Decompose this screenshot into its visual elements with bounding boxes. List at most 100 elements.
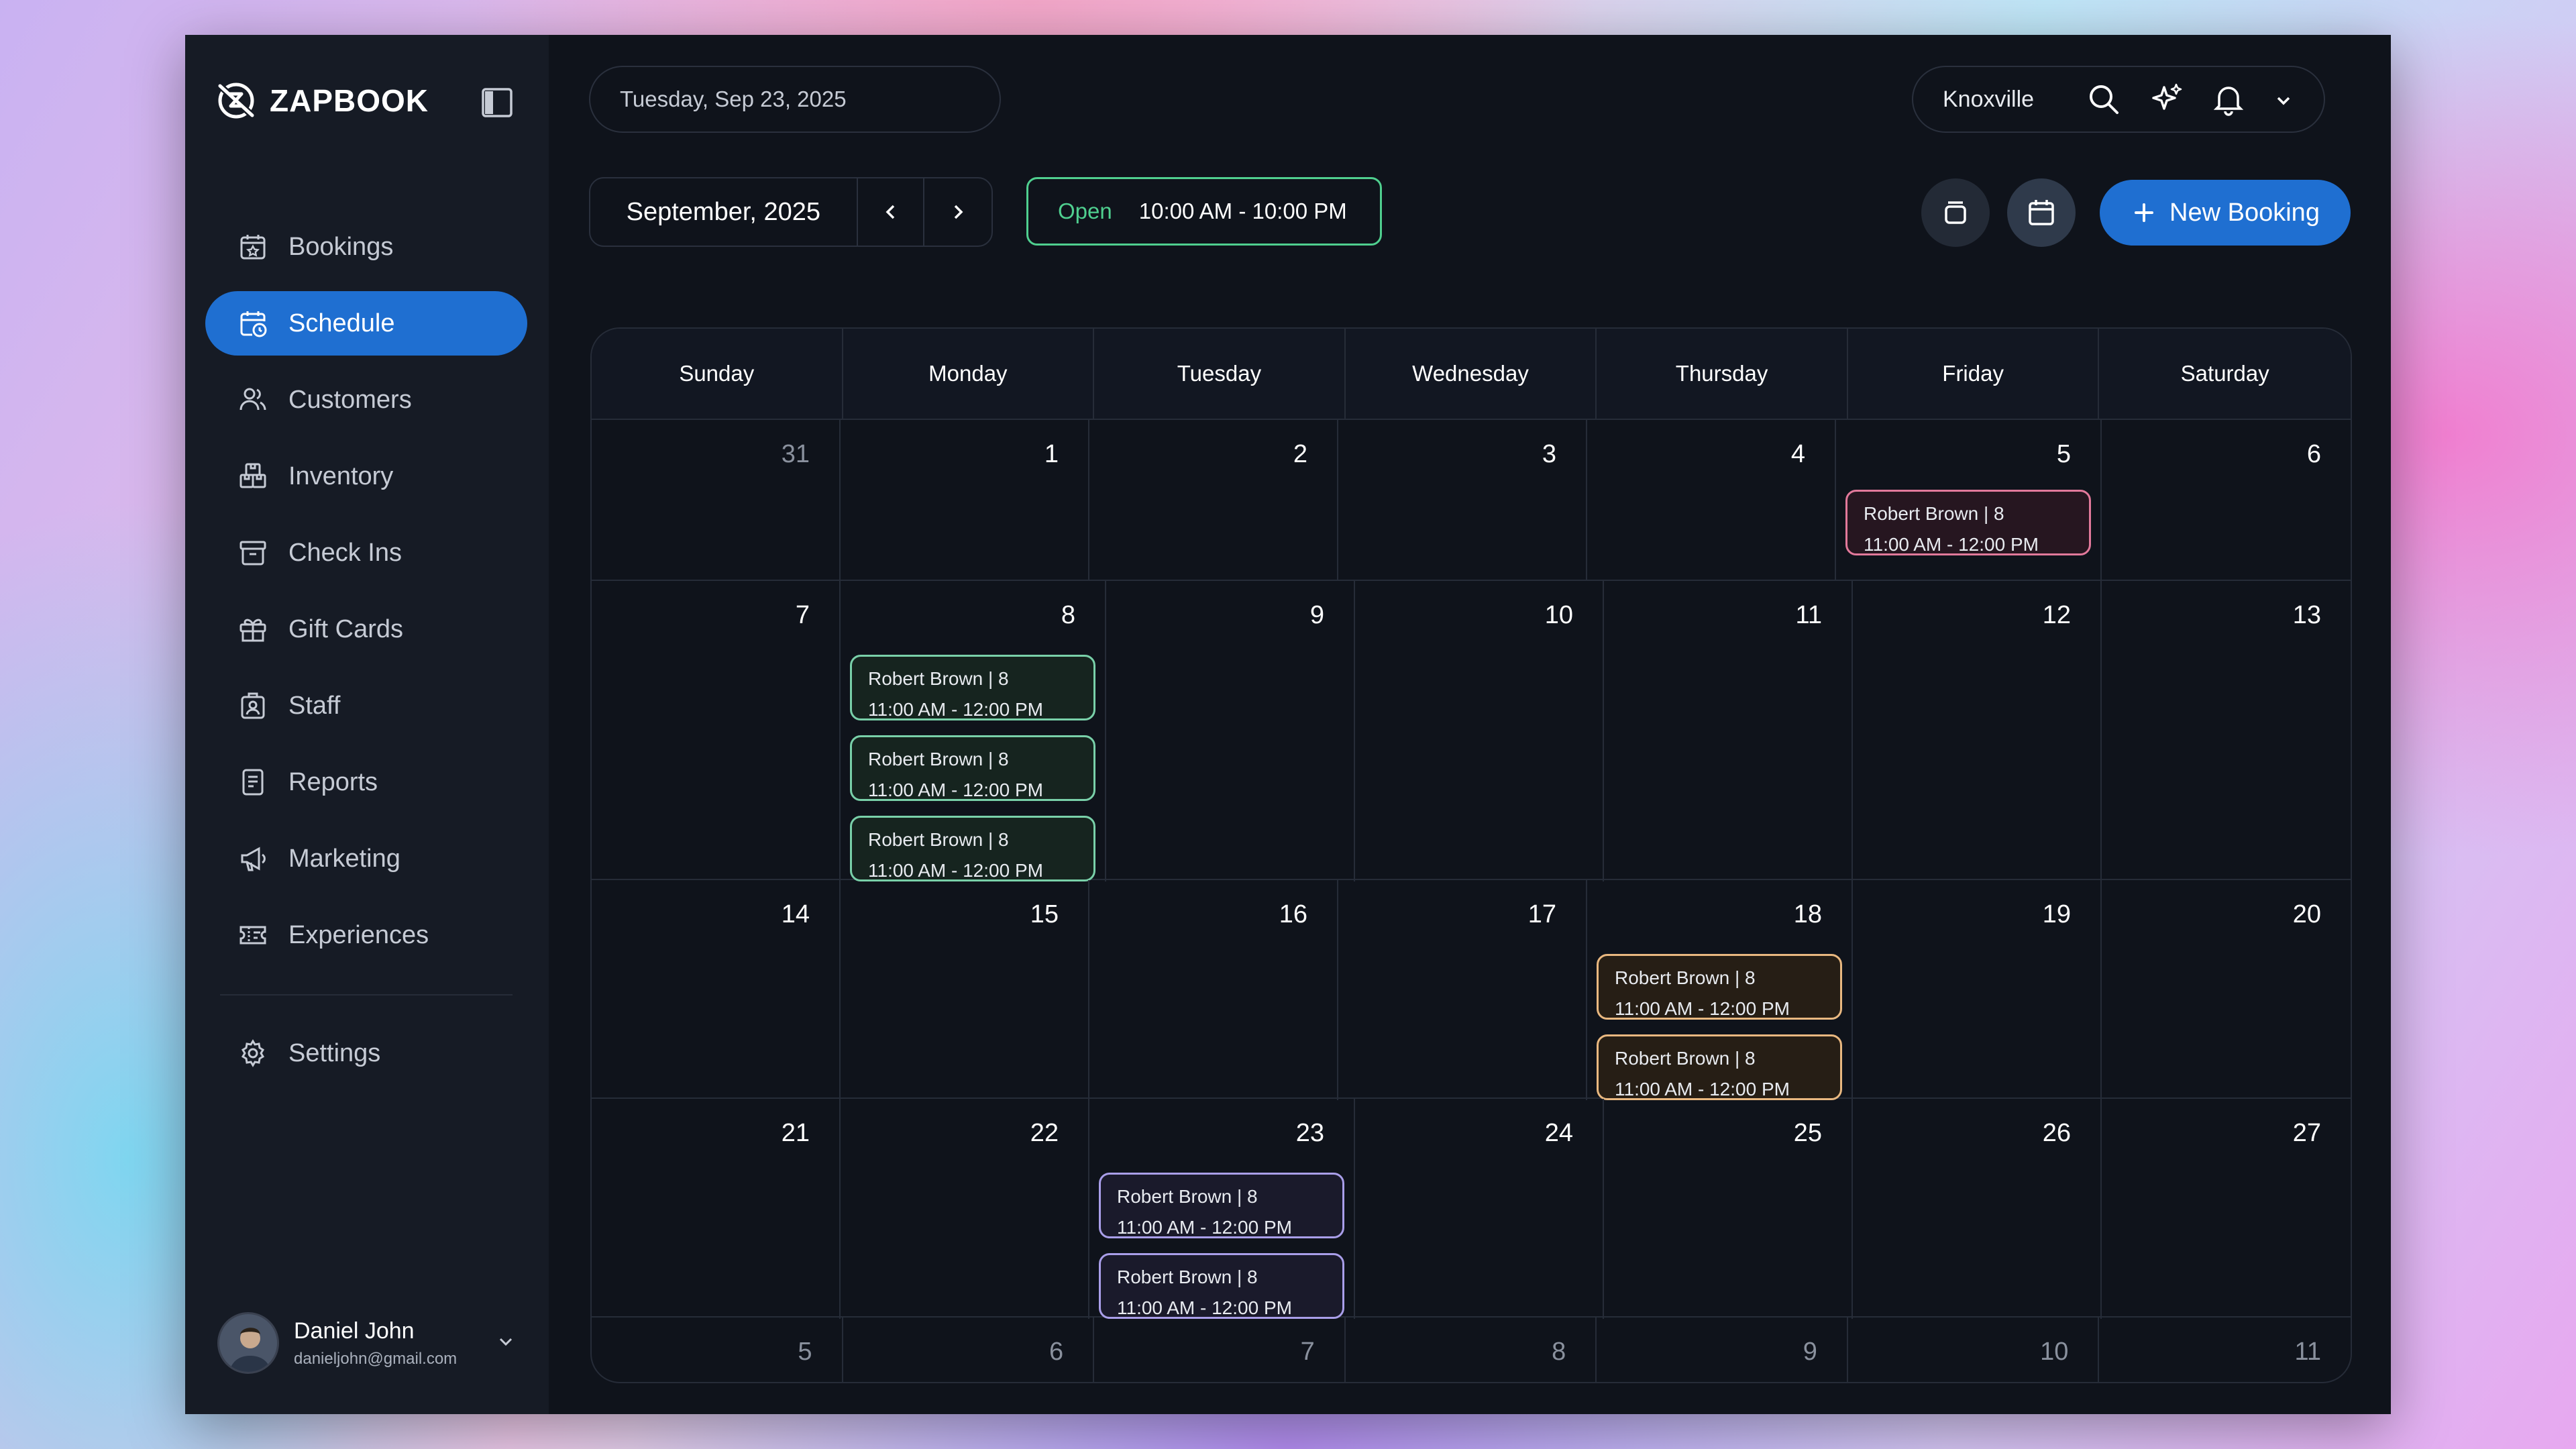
calendar-week: 5 6 7 8 9 10 11 [592,1318,2351,1382]
current-date[interactable]: Tuesday, Sep 23, 2025 [589,66,1001,133]
calendar-day-cell[interactable]: 10 [1848,1318,2100,1382]
sidebar-item-experiences[interactable]: Experiences [205,903,527,967]
day-events: Robert Brown | 8 11:00 AM - 12:00 PM Rober… [1099,1173,1344,1319]
calendar-day-cell[interactable]: 17 [1338,880,1587,1100]
list-view-button[interactable] [1921,178,1990,247]
prev-month-button[interactable] [858,178,925,246]
day-number: 5 [798,1338,812,1366]
day-number: 21 [781,1119,810,1147]
sidebar-item-reports[interactable]: Reports [205,750,527,814]
calendar-day-cell[interactable]: 2 [1089,420,1338,580]
day-number: 8 [1552,1338,1566,1366]
day-events: Robert Brown | 8 11:00 AM - 12:00 PM Rober… [850,655,1095,881]
month-navigator: September, 2025 [589,177,993,247]
calendar-view-button[interactable] [2007,178,2076,247]
day-number: 24 [1544,1119,1573,1147]
sidebar-item-check-ins[interactable]: Check Ins [205,521,527,585]
brand[interactable]: ZAPBOOK [215,79,429,122]
booking-title: Robert Brown | 8 [868,829,1009,850]
weekday-sunday: Sunday [592,329,843,419]
calendar-week: 31 1 2 3 4 5 Robert Brown | 8 11:00 AM - 12:00 … [592,420,2351,581]
calendar-day-cell[interactable]: 14 [592,880,841,1100]
sidebar-item-bookings[interactable]: Bookings [205,215,527,279]
sidebar-item-label: Staff [288,691,341,720]
calendar-day-cell[interactable]: 8 [1346,1318,1597,1382]
sidebar-item-schedule[interactable]: Schedule [205,291,527,356]
zapbook-logo-icon [216,82,256,119]
calendar-day-cell[interactable]: 7 [1094,1318,1346,1382]
calendar-day-cell[interactable]: 7 [592,581,841,881]
booking-event[interactable]: Robert Brown | 8 11:00 AM - 12:00 PM [1597,954,1842,1020]
calendar-day-cell[interactable]: 13 [2102,581,2351,881]
calendar-day-cell[interactable]: 5 Robert Brown | 8 11:00 AM - 12:00 PM [1836,420,2102,580]
booking-time: 11:00 AM - 12:00 PM [868,780,1043,800]
calendar-clock-icon [240,311,267,337]
booking-event[interactable]: Robert Brown | 8 11:00 AM - 12:00 PM [1845,490,2091,555]
month-label[interactable]: September, 2025 [590,178,858,246]
sidebar-item-customers[interactable]: Customers [205,368,527,432]
day-number: 27 [2292,1119,2321,1147]
day-number: 7 [795,601,810,629]
calendar-day-cell[interactable]: 3 [1338,420,1587,580]
booking-event[interactable]: Robert Brown | 8 11:00 AM - 12:00 PM [850,735,1095,801]
calendar-day-cell[interactable]: 19 [1853,880,2102,1100]
calendar-day-cell[interactable]: 10 [1355,581,1604,881]
profile-text: Daniel John danieljohn@gmail.com [294,1318,457,1368]
calendar-day-cell[interactable]: 4 [1587,420,1836,580]
boxes-icon [239,463,266,488]
booking-event[interactable]: Robert Brown | 8 11:00 AM - 12:00 PM [850,655,1095,720]
calendar-day-cell[interactable]: 26 [1853,1099,2102,1319]
day-number: 1 [1044,440,1059,468]
calendar-day-cell[interactable]: 9 [1106,581,1355,881]
sidebar-item-gift-cards[interactable]: Gift Cards [205,597,527,661]
calendar-day-cell[interactable]: 23 Robert Brown | 8 11:00 AM - 12:00 PM Rob… [1089,1099,1355,1319]
user-profile[interactable]: Daniel John danieljohn@gmail.com [217,1311,519,1375]
weekday-header: Sunday Monday Tuesday Wednesday Thursday Frid… [592,329,2351,420]
day-number: 31 [781,440,810,468]
chevron-down-icon[interactable] [492,1328,519,1355]
calendar-day-cell[interactable]: 6 [2102,420,2351,580]
booking-event[interactable]: Robert Brown | 8 11:00 AM - 12:00 PM [1099,1253,1344,1319]
new-booking-button[interactable]: New Booking [2100,180,2351,246]
calendar-day-cell[interactable]: 18 Robert Brown | 8 11:00 AM - 12:00 PM Rob… [1587,880,1853,1100]
calendar-day-cell[interactable]: 15 [841,880,1089,1100]
booking-time: 11:00 AM - 12:00 PM [1864,534,2039,555]
calendar-day-cell[interactable]: 11 [2099,1318,2351,1382]
calendar-day-cell[interactable]: 16 [1089,880,1338,1100]
calendar-day-cell[interactable]: 12 [1853,581,2102,881]
booking-event[interactable]: Robert Brown | 8 11:00 AM - 12:00 PM [1597,1034,1842,1100]
gear-icon [241,1039,265,1067]
booking-event[interactable]: Robert Brown | 8 11:00 AM - 12:00 PM [850,816,1095,881]
sidebar-item-label: Experiences [288,920,429,949]
business-hours: Open 10:00 AM - 10:00 PM [1026,177,1382,246]
calendar-day-cell[interactable]: 21 [592,1099,841,1319]
booking-time: 11:00 AM - 12:00 PM [1615,998,1790,1019]
sidebar-item-settings[interactable]: Settings [205,1021,527,1085]
calendar-day-cell[interactable]: 27 [2102,1099,2351,1319]
calendar-day-cell[interactable]: 5 [592,1318,843,1382]
booking-title: Robert Brown | 8 [868,749,1009,769]
calendar-day-cell[interactable]: 1 [841,420,1089,580]
day-number: 4 [1790,440,1805,468]
profile-name: Daniel John [294,1318,415,1344]
location-select[interactable]: Knoxville [1912,66,2325,133]
calendar-day-cell[interactable]: 20 [2102,880,2351,1100]
sidebar-item-inventory[interactable]: Inventory [205,444,527,508]
calendar-day-cell[interactable]: 11 [1604,581,1853,881]
day-number: 7 [1300,1338,1315,1366]
profile-email: danieljohn@gmail.com [294,1349,458,1368]
calendar-day-cell[interactable]: 22 [841,1099,1089,1319]
day-number: 12 [2042,601,2071,629]
calendar-day-cell[interactable]: 31 [592,420,841,580]
sidebar-item-label: Settings [288,1038,381,1067]
calendar-day-cell[interactable]: 24 [1355,1099,1604,1319]
calendar-day-cell[interactable]: 9 [1597,1318,1848,1382]
booking-event[interactable]: Robert Brown | 8 11:00 AM - 12:00 PM [1099,1173,1344,1238]
calendar-day-cell[interactable]: 25 [1604,1099,1853,1319]
sidebar-item-staff[interactable]: Staff [205,674,527,738]
next-month-button[interactable] [924,178,991,246]
calendar-day-cell[interactable]: 6 [843,1318,1095,1382]
sidebar-item-marketing[interactable]: Marketing [205,826,527,891]
sidebar-toggle-icon[interactable] [480,86,514,119]
calendar-day-cell[interactable]: 8 Robert Brown | 8 11:00 AM - 12:00 PM Robe… [841,581,1106,881]
